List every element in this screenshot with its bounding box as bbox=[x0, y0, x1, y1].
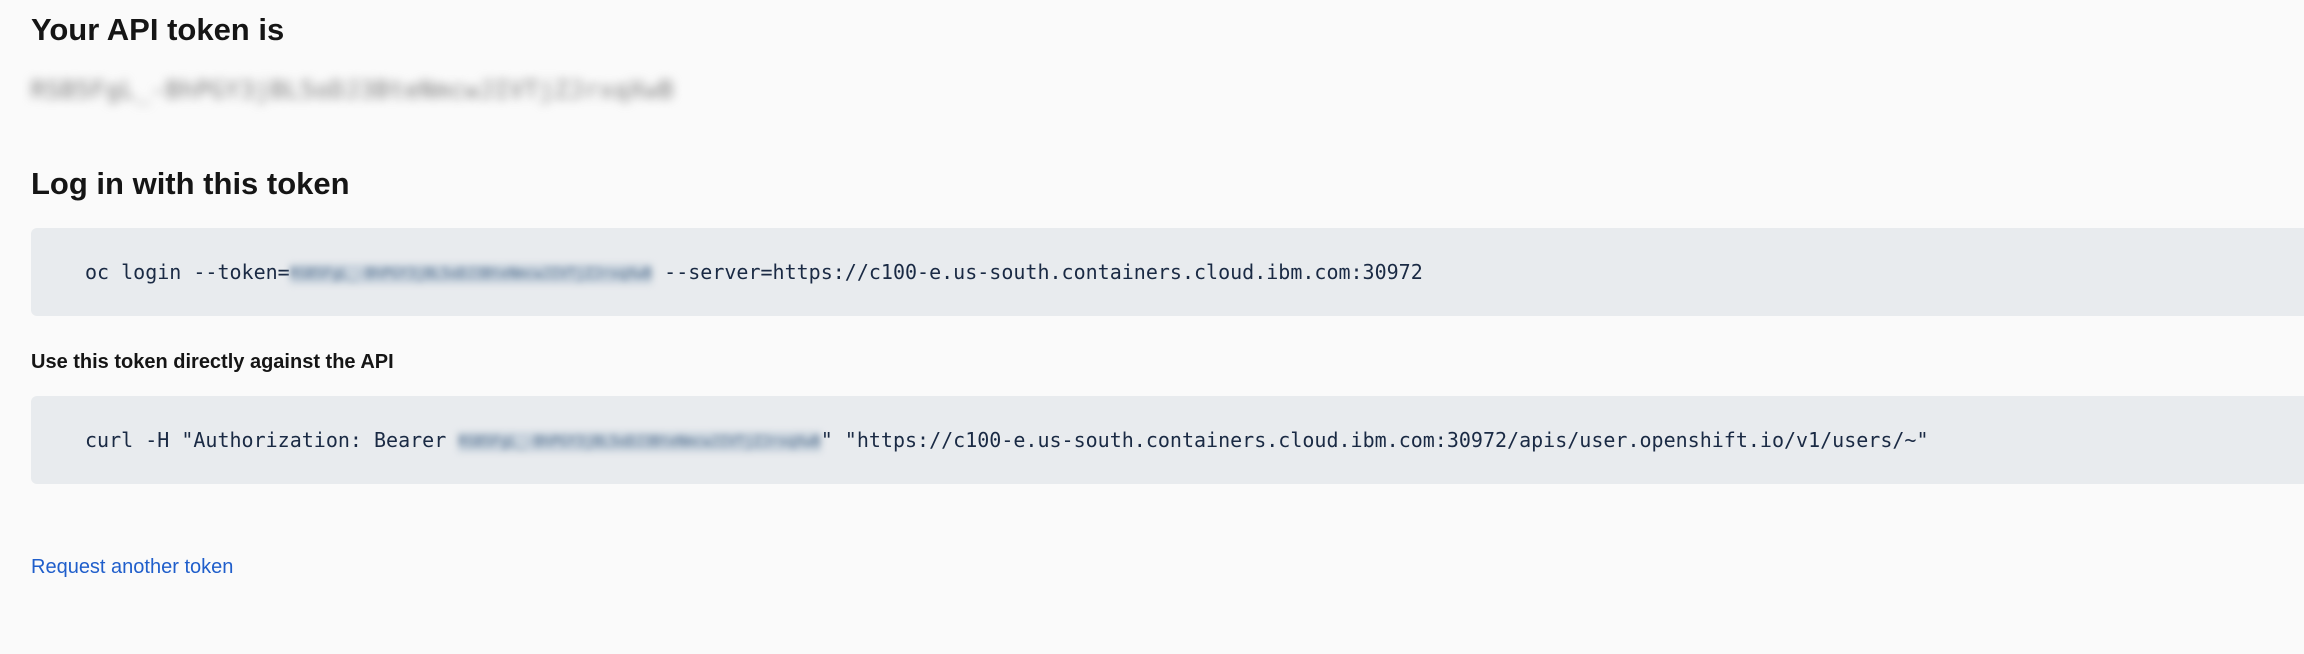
login-heading: Log in with this token bbox=[31, 166, 350, 201]
api-token-value[interactable]: RSB5FgL_-BhPGY3jBL5oDJ3BteNmcwJIVTjZJrxq… bbox=[31, 76, 674, 104]
api-heading: Use this token directly against the API bbox=[31, 351, 394, 373]
login-command-prefix: oc login --token= bbox=[85, 260, 290, 284]
curl-command-suffix: " "https://c100-e.us-south.containers.cl… bbox=[820, 428, 1929, 452]
login-command-token: RSB5FgL_-BhPGY3jBL5oDJ3BteNmcwJIVTjZJrxq… bbox=[289, 263, 653, 284]
login-command-suffix: --server=https://c100-e.us-south.contain… bbox=[652, 260, 1423, 284]
curl-command-prefix: curl -H "Authorization: Bearer bbox=[85, 428, 459, 452]
request-another-token-link[interactable]: Request another token bbox=[31, 556, 233, 579]
page-title: Your API token is bbox=[31, 12, 285, 47]
curl-command-block[interactable]: curl -H "Authorization: Bearer RSB5FgL_-… bbox=[31, 396, 2304, 484]
login-command-block[interactable]: oc login --token=RSB5FgL_-BhPGY3jBL5oDJ3… bbox=[31, 228, 2304, 316]
curl-command-token: RSB5FgL_-BhPGY3jBL5oDJ3BteNmcwJIVTjZJrxq… bbox=[458, 431, 821, 452]
